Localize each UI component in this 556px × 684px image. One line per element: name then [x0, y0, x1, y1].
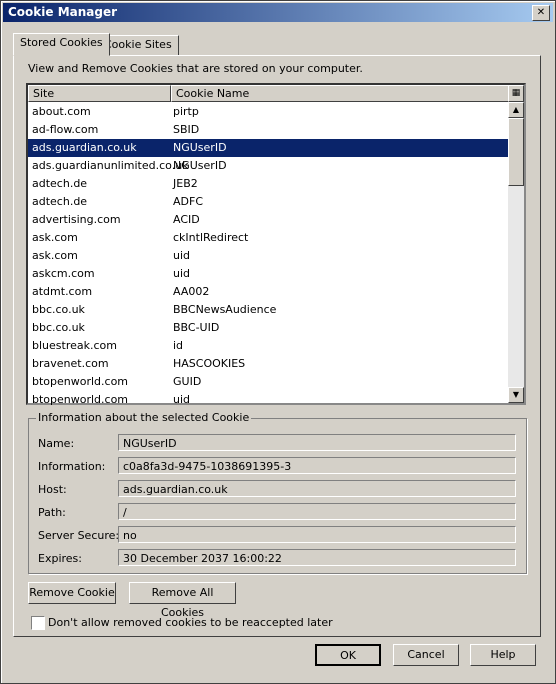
cell-cookie-name: SBID: [173, 123, 200, 136]
cell-cookie-name: NGUserID: [173, 141, 227, 154]
cell-cookie-name: NGUserID: [173, 159, 227, 172]
table-row[interactable]: bbc.co.uk BBCNewsAudience: [28, 301, 508, 319]
cell-cookie-name: ACID: [173, 213, 200, 226]
vertical-scrollbar[interactable]: ▲ ▼: [508, 102, 524, 403]
table-row[interactable]: ad-flow.com SBID: [28, 121, 508, 139]
field-value-path: /: [118, 503, 516, 520]
cell-cookie-name: ckIntlRedirect: [173, 231, 249, 244]
cell-cookie-name: GUID: [173, 375, 202, 388]
cookie-list[interactable]: Site Cookie Name ▦ about.com pirtp ad-flow…: [26, 83, 526, 406]
column-header-site[interactable]: Site: [28, 85, 171, 102]
ok-button[interactable]: OK: [315, 644, 381, 666]
table-row[interactable]: about.com pirtp: [28, 103, 508, 121]
cell-site: advertising.com: [32, 213, 121, 226]
field-value-server-secure: no: [118, 526, 516, 543]
cell-site: btopenworld.com: [32, 375, 129, 388]
cell-site: bbc.co.uk: [32, 303, 85, 316]
table-row[interactable]: bravenet.com HASCOOKIES: [28, 355, 508, 373]
description-text: View and Remove Cookies that are stored …: [28, 62, 363, 75]
cancel-button[interactable]: Cancel: [393, 644, 459, 666]
table-row[interactable]: ads.guardianunlimited.co.uk NGUserID: [28, 157, 508, 175]
cell-site: ads.guardian.co.uk: [32, 141, 137, 154]
cell-site: ask.com: [32, 249, 78, 262]
cell-cookie-name: ADFC: [173, 195, 204, 208]
field-value-name: NGUserID: [118, 434, 516, 451]
reaccept-checkbox[interactable]: [31, 616, 45, 630]
table-row[interactable]: atdmt.com AA002: [28, 283, 508, 301]
cell-site: bluestreak.com: [32, 339, 117, 352]
field-value-expires: 30 December 2037 16:00:22: [118, 549, 516, 566]
field-label-path: Path:: [38, 506, 66, 519]
scroll-down-icon[interactable]: ▼: [508, 387, 524, 403]
field-label-name: Name:: [38, 437, 75, 450]
cell-cookie-name: uid: [173, 267, 191, 280]
help-button[interactable]: Help: [470, 644, 536, 666]
table-row[interactable]: btopenworld.com uid: [28, 391, 508, 409]
table-row[interactable]: advertising.com ACID: [28, 211, 508, 229]
cell-cookie-name: id: [173, 339, 184, 352]
cell-site: ad-flow.com: [32, 123, 99, 136]
cookie-info-group-label: Information about the selected Cookie: [36, 411, 252, 424]
close-button[interactable]: ✕: [532, 5, 550, 21]
field-label-host: Host:: [38, 483, 67, 496]
cell-site: ask.com: [32, 231, 78, 244]
table-row[interactable]: btopenworld.com GUID: [28, 373, 508, 391]
cell-cookie-name: AA002: [173, 285, 210, 298]
table-row[interactable]: ask.com ckIntlRedirect: [28, 229, 508, 247]
cell-cookie-name: BBC-UID: [173, 321, 220, 334]
cell-cookie-name: uid: [173, 249, 191, 262]
column-header-cookie-name[interactable]: Cookie Name: [171, 85, 509, 102]
tab-stored-cookies[interactable]: Stored Cookies: [13, 33, 110, 56]
cell-site: atdmt.com: [32, 285, 93, 298]
cell-site: about.com: [32, 105, 91, 118]
field-label-server-secure: Server Secure:: [38, 529, 120, 542]
cell-site: ads.guardianunlimited.co.uk: [32, 159, 189, 172]
window-title: Cookie Manager: [8, 5, 118, 19]
scroll-thumb[interactable]: [508, 118, 524, 186]
tab-label: Cookie Sites: [104, 38, 172, 51]
table-row[interactable]: ads.guardian.co.uk NGUserID: [28, 139, 508, 157]
field-label-information: Information:: [38, 460, 106, 473]
cell-site: btopenworld.com: [32, 393, 129, 406]
cell-cookie-name: HASCOOKIES: [173, 357, 246, 370]
remove-all-cookies-button[interactable]: Remove All Cookies: [129, 582, 236, 619]
tab-label: Stored Cookies: [20, 36, 103, 49]
table-row[interactable]: askcm.com uid: [28, 265, 508, 283]
column-picker-icon[interactable]: ▦: [508, 85, 524, 102]
table-row[interactable]: bluestreak.com id: [28, 337, 508, 355]
cell-cookie-name: pirtp: [173, 105, 199, 118]
cell-cookie-name: uid: [173, 393, 191, 406]
cell-site: askcm.com: [32, 267, 95, 280]
cell-cookie-name: BBCNewsAudience: [173, 303, 277, 316]
cell-site: adtech.de: [32, 177, 88, 190]
field-value-host: ads.guardian.co.uk: [118, 480, 516, 497]
field-value-information: c0a8fa3d-9475-1038691395-3: [118, 457, 516, 474]
title-bar[interactable]: Cookie Manager ✕: [3, 3, 553, 22]
reaccept-checkbox-label: Don't allow removed cookies to be reacce…: [48, 616, 333, 629]
table-row[interactable]: adtech.de JEB2: [28, 175, 508, 193]
table-row[interactable]: bbc.co.uk BBC-UID: [28, 319, 508, 337]
scroll-up-icon[interactable]: ▲: [508, 102, 524, 118]
field-label-expires: Expires:: [38, 552, 82, 565]
table-row[interactable]: ask.com uid: [28, 247, 508, 265]
cell-site: adtech.de: [32, 195, 88, 208]
cell-site: bbc.co.uk: [32, 321, 85, 334]
cell-cookie-name: JEB2: [173, 177, 198, 190]
remove-cookie-button[interactable]: Remove Cookie: [28, 582, 116, 604]
cell-site: bravenet.com: [32, 357, 109, 370]
table-row[interactable]: adtech.de ADFC: [28, 193, 508, 211]
